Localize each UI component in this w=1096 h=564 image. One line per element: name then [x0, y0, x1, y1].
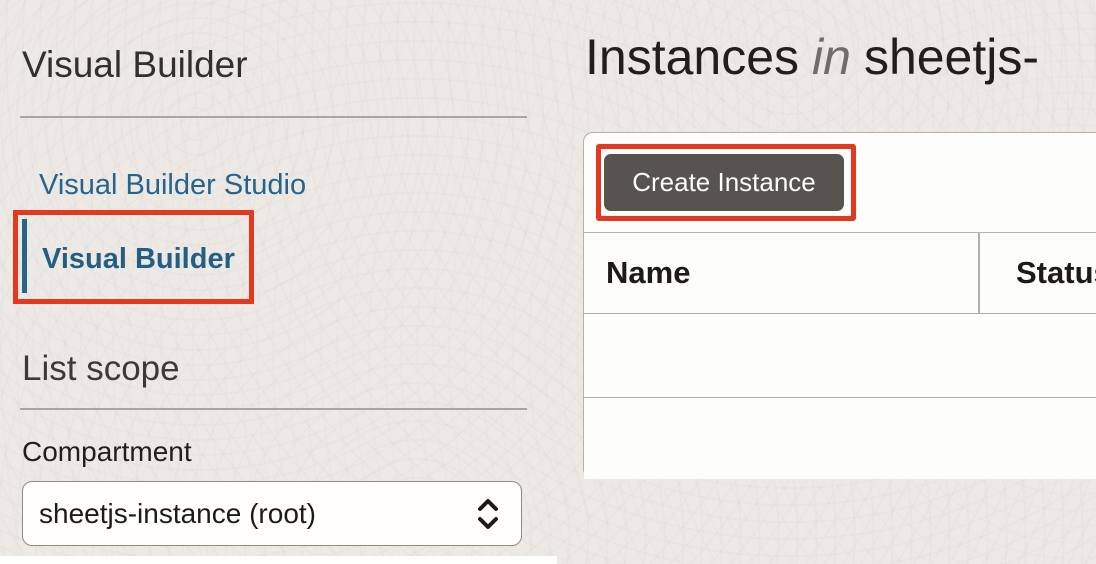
list-scope-heading: List scope: [22, 349, 180, 388]
compartment-label: Compartment: [22, 436, 192, 467]
page-title-instances: Instances: [585, 29, 800, 85]
sidebar-item-visual-builder-studio[interactable]: Visual Builder Studio: [39, 169, 306, 202]
list-scope-divider: [20, 408, 527, 410]
column-header-status: Status: [1016, 255, 1096, 290]
select-chevrons-icon: [478, 498, 498, 529]
table-header-row: Name Status: [584, 232, 1096, 314]
sidebar-item-visual-builder[interactable]: Visual Builder: [42, 243, 235, 276]
compartment-select[interactable]: sheetjs-instance (root): [22, 481, 522, 546]
instances-panel: Create Instance Name Status: [583, 132, 1096, 479]
selected-item-indicator-bar: [22, 219, 27, 293]
column-divider: [978, 233, 980, 313]
table-row: [584, 398, 1096, 479]
create-instance-button[interactable]: Create Instance: [604, 154, 844, 211]
bottom-white-strip: [0, 556, 557, 564]
table-row: [584, 314, 1096, 398]
page-title-in: in: [812, 29, 851, 85]
page-title-compartment-name: sheetjs-: [863, 29, 1040, 85]
column-header-name: Name: [606, 255, 691, 290]
compartment-select-value: sheetjs-instance (root): [39, 497, 317, 529]
sidebar-title: Visual Builder: [22, 44, 248, 85]
oci-console-screen: Visual Builder Visual Builder Studio Vis…: [0, 0, 1096, 564]
page-title: Instances in sheetjs-: [585, 27, 1039, 87]
sidebar-divider: [20, 116, 527, 118]
